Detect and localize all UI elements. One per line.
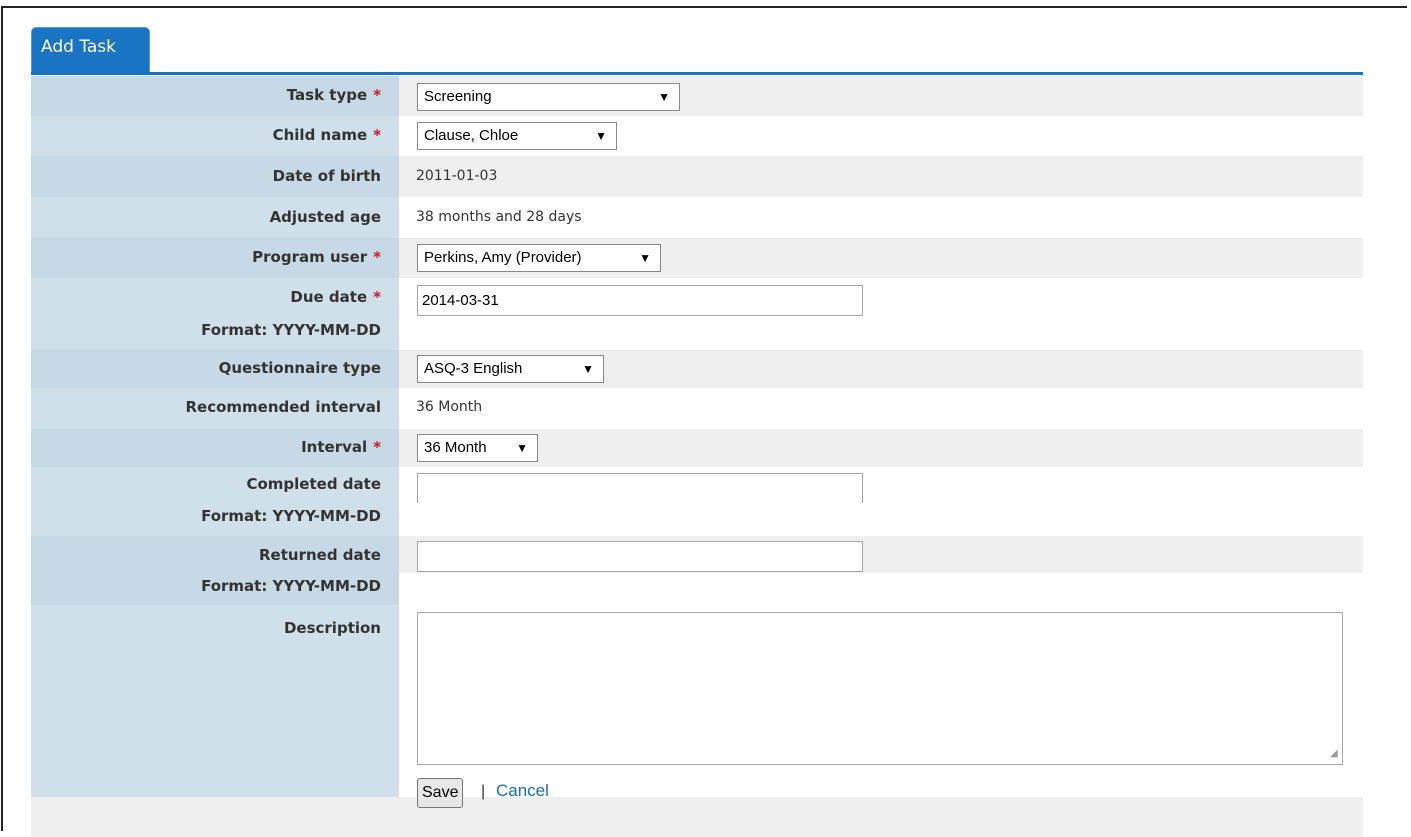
row-spacer — [399, 573, 1363, 605]
recommended-interval-value: 36 Month — [416, 399, 483, 415]
required-marker: * — [373, 288, 381, 306]
returned-date-format-hint: Format: YYYY-MM-DD — [201, 577, 381, 595]
dropdown-arrow-icon: ▼ — [639, 251, 651, 265]
row-interval: Interval * 36 Month ▼ — [31, 429, 1363, 467]
returned-date-input[interactable] — [417, 541, 863, 572]
child-name-value: Clause, Chloe — [424, 127, 519, 144]
label-cell: Questionnaire type — [31, 350, 399, 388]
label-cell: Adjusted age — [31, 197, 399, 238]
cancel-link[interactable]: Cancel — [496, 781, 549, 801]
row-spacer — [399, 503, 1363, 536]
row-task-type: Task type * Screening ▼ — [31, 76, 1363, 116]
tab-label: Add Task — [41, 37, 117, 57]
dropdown-arrow-icon: ▼ — [582, 362, 594, 376]
adjusted-age-value: 38 months and 28 days — [416, 209, 582, 225]
row-date-of-birth: Date of birth 2011-01-03 — [31, 156, 1363, 197]
label-cell: Recommended interval — [31, 388, 399, 429]
row-completed-date: Completed date Format: YYYY-MM-DD — [31, 467, 1363, 536]
completed-date-label: Completed date — [246, 475, 381, 493]
description-label: Description — [283, 619, 381, 637]
due-date-format-hint: Format: YYYY-MM-DD — [201, 321, 381, 339]
questionnaire-type-select[interactable]: ASQ-3 English ▼ — [417, 355, 604, 383]
dropdown-arrow-icon: ▼ — [658, 90, 670, 104]
tab-underline — [31, 72, 1363, 75]
child-name-select[interactable]: Clause, Chloe ▼ — [417, 122, 617, 150]
due-date-label: Due date — [290, 288, 368, 306]
program-user-select[interactable]: Perkins, Amy (Provider) ▼ — [417, 244, 661, 272]
returned-date-label: Returned date — [259, 546, 381, 564]
dropdown-arrow-icon: ▼ — [516, 441, 528, 455]
row-recommended-interval: Recommended interval 36 Month — [31, 388, 1363, 429]
description-textarea[interactable] — [417, 612, 1343, 765]
action-separator: | — [481, 783, 486, 800]
task-type-label: Task type — [286, 86, 368, 104]
row-actions — [31, 797, 1363, 837]
label-cell: Description — [31, 605, 399, 797]
resize-grip-icon[interactable]: ◢ — [1330, 748, 1409, 831]
program-user-label: Program user — [252, 248, 368, 266]
questionnaire-type-label: Questionnaire type — [218, 359, 381, 377]
task-type-value: Screening — [424, 88, 492, 105]
interval-label: Interval — [301, 438, 368, 456]
required-marker: * — [373, 438, 381, 456]
required-marker: * — [373, 248, 381, 266]
label-cell — [31, 797, 399, 837]
date-of-birth-label: Date of birth — [272, 167, 381, 185]
label-cell: Due date * Format: YYYY-MM-DD — [31, 278, 399, 350]
label-cell: Completed date Format: YYYY-MM-DD — [31, 467, 399, 536]
label-cell: Task type * — [31, 76, 399, 116]
questionnaire-type-value: ASQ-3 English — [424, 360, 523, 377]
recommended-interval-label: Recommended interval — [185, 398, 381, 416]
label-cell: Program user * — [31, 238, 399, 278]
dropdown-arrow-icon: ▼ — [595, 129, 607, 143]
completed-date-input[interactable] — [417, 473, 863, 504]
date-of-birth-value: 2011-01-03 — [416, 168, 498, 184]
completed-date-format-hint: Format: YYYY-MM-DD — [201, 507, 381, 525]
row-adjusted-age: Adjusted age 38 months and 28 days — [31, 197, 1363, 238]
task-type-select[interactable]: Screening ▼ — [417, 83, 680, 111]
row-program-user: Program user * Perkins, Amy (Provider) ▼ — [31, 238, 1363, 278]
required-marker: * — [373, 126, 381, 144]
row-child-name: Child name * Clause, Chloe ▼ — [31, 116, 1363, 156]
row-due-date: Due date * Format: YYYY-MM-DD 2014-03-31 — [31, 278, 1363, 350]
row-returned-date: Returned date Format: YYYY-MM-DD — [31, 536, 1363, 605]
label-cell: Date of birth — [31, 156, 399, 197]
program-user-value: Perkins, Amy (Provider) — [424, 249, 582, 266]
label-cell: Interval * — [31, 429, 399, 467]
adjusted-age-label: Adjusted age — [269, 208, 381, 226]
interval-select[interactable]: 36 Month ▼ — [417, 434, 538, 462]
row-questionnaire-type: Questionnaire type ASQ-3 English ▼ — [31, 350, 1363, 388]
label-cell: Returned date Format: YYYY-MM-DD — [31, 536, 399, 605]
tab-add-task[interactable]: Add Task — [31, 27, 150, 73]
label-cell: Child name * — [31, 116, 399, 156]
due-date-input[interactable]: 2014-03-31 — [417, 285, 863, 316]
save-button[interactable]: Save — [417, 778, 464, 808]
required-marker: * — [373, 86, 381, 104]
interval-value: 36 Month — [424, 439, 487, 456]
child-name-label: Child name — [272, 126, 368, 144]
